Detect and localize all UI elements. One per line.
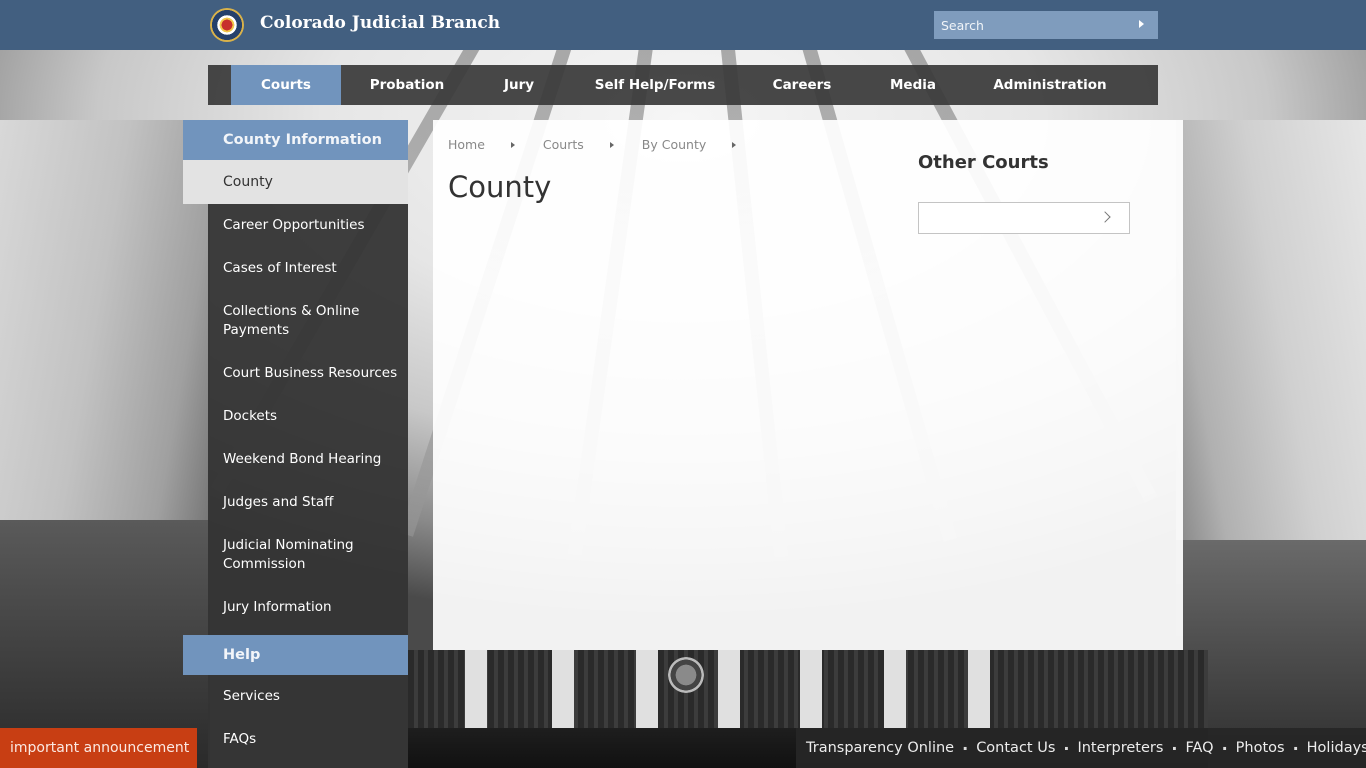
footer-link-interpreters[interactable]: Interpreters — [1077, 740, 1163, 756]
breadcrumb: Home Courts By County — [448, 137, 764, 152]
footer-link-transparency-online[interactable]: Transparency Online — [806, 740, 954, 756]
background-pillar — [884, 650, 906, 730]
other-courts-select[interactable] — [918, 202, 1130, 234]
background-pillar — [968, 650, 990, 730]
sidebar-section-help[interactable]: Help — [183, 635, 408, 675]
footer-separator: · — [962, 738, 969, 758]
colorado-courts-seal-icon[interactable] — [210, 8, 244, 42]
background-pillar — [552, 650, 574, 730]
sidebar-item-court-business-resources[interactable]: Court Business Resources — [208, 364, 408, 383]
sidebar-section-county-information[interactable]: County Information — [183, 120, 408, 160]
sidebar-item-county-current[interactable]: County — [183, 160, 408, 204]
search-submit-icon[interactable] — [1139, 20, 1144, 28]
sidebar-item-jury-information[interactable]: Jury Information — [208, 598, 408, 617]
footer-separator: · — [1292, 738, 1299, 758]
nav-media[interactable]: Media — [859, 65, 967, 105]
footer-links: Transparency Online · Contact Us · Inter… — [796, 728, 1366, 768]
sidebar-item-services[interactable]: Services — [208, 687, 408, 706]
content-panel: Home Courts By County County Other Court… — [433, 120, 1183, 650]
page-title: County — [448, 170, 552, 204]
other-courts-heading: Other Courts — [918, 152, 1049, 173]
footer-link-faq[interactable]: FAQ — [1185, 740, 1213, 756]
background-pillar — [800, 650, 822, 730]
nav-jury[interactable]: Jury — [473, 65, 565, 105]
breadcrumb-separator-icon — [609, 141, 614, 148]
breadcrumb-separator-icon — [510, 141, 515, 148]
background-pillar — [636, 650, 658, 730]
footer-link-holidays[interactable]: Holidays — [1307, 740, 1366, 756]
main-nav: Courts Probation Jury Self Help/Forms Ca… — [208, 65, 1158, 105]
footer-separator: · — [1171, 738, 1178, 758]
sidebar-item-judicial-nominating-commission[interactable]: Judicial Nominating Commission — [208, 536, 378, 574]
background-pillar — [718, 650, 740, 730]
sidebar-item-dockets[interactable]: Dockets — [208, 407, 408, 426]
footer-link-contact-us[interactable]: Contact Us — [976, 740, 1055, 756]
search-box — [934, 11, 1158, 39]
sidebar-item-judges-and-staff[interactable]: Judges and Staff — [208, 493, 408, 512]
breadcrumb-courts[interactable]: Courts — [543, 137, 584, 152]
breadcrumb-separator-icon — [732, 141, 737, 148]
sidebar-item-cases-of-interest[interactable]: Cases of Interest — [208, 259, 408, 278]
footer-separator: · — [1063, 738, 1070, 758]
breadcrumb-by-county[interactable]: By County — [642, 137, 706, 152]
footer-link-photos[interactable]: Photos — [1236, 740, 1285, 756]
background-pillar — [465, 650, 487, 730]
nav-courts[interactable]: Courts — [231, 65, 341, 105]
sidebar-item-collections-online-payments[interactable]: Collections & Online Payments — [208, 302, 378, 340]
sidebar-item-weekend-bond-hearing[interactable]: Weekend Bond Hearing — [208, 450, 408, 469]
chevron-right-icon — [1099, 211, 1111, 223]
sidebar-item-career-opportunities[interactable]: Career Opportunities — [208, 216, 408, 235]
search-input[interactable] — [934, 11, 1130, 39]
background-court-seal — [668, 657, 704, 693]
sidebar-item-faqs[interactable]: FAQs — [208, 730, 408, 749]
footer-separator: · — [1221, 738, 1228, 758]
important-announcement-button[interactable]: important announcement — [0, 728, 197, 768]
nav-careers[interactable]: Careers — [745, 65, 859, 105]
site-header: Colorado Judicial Branch — [0, 0, 1366, 50]
site-title[interactable]: Colorado Judicial Branch — [260, 13, 500, 33]
nav-self-help-forms[interactable]: Self Help/Forms — [565, 65, 745, 105]
nav-administration[interactable]: Administration — [967, 65, 1133, 105]
breadcrumb-home[interactable]: Home — [448, 137, 485, 152]
nav-probation[interactable]: Probation — [341, 65, 473, 105]
